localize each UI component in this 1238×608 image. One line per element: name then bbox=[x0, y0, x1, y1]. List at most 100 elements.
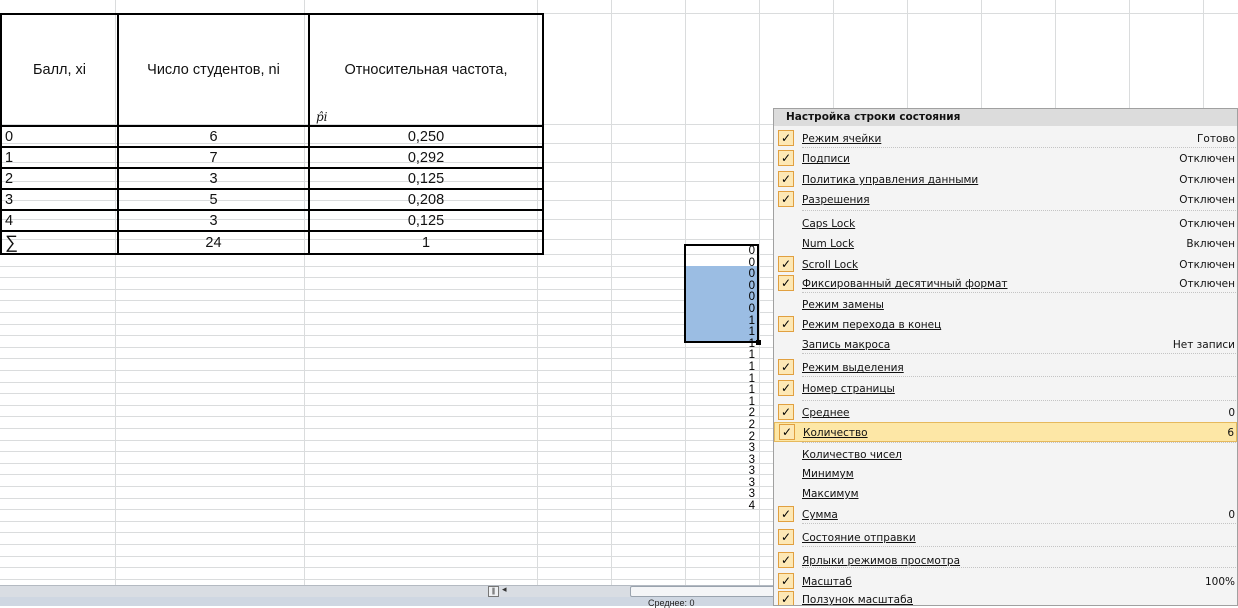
scrollbar-thumb[interactable] bbox=[630, 586, 777, 597]
menu-item[interactable]: Количество чисел bbox=[774, 445, 1237, 465]
menu-item[interactable]: ✓ Масштаб 100% bbox=[774, 572, 1237, 592]
menu-item-label: Ползунок масштаба bbox=[802, 594, 913, 606]
column-value-cell[interactable]: 2 bbox=[686, 431, 758, 444]
scroll-left-icon[interactable]: ◂ bbox=[502, 585, 507, 595]
table-row: 1 7 0,292 bbox=[0, 146, 544, 169]
header-cell-score[interactable]: Балл, xi bbox=[0, 13, 119, 127]
menu-item[interactable]: ✓ Подписи Отключен bbox=[774, 149, 1237, 169]
menu-item[interactable]: ✓ Среднее 0 bbox=[774, 403, 1237, 423]
column-value-cell[interactable]: 1 bbox=[686, 396, 758, 409]
table-cell[interactable]: 4 bbox=[0, 209, 119, 232]
column-value-cell[interactable]: 4 bbox=[686, 500, 758, 513]
menu-item[interactable]: ✓ Фиксированный десятичный формат Отключен bbox=[774, 274, 1237, 294]
checkmark-icon: ✓ bbox=[778, 380, 794, 396]
menu-item-label: Среднее bbox=[802, 407, 850, 419]
table-cell[interactable]: 1 bbox=[308, 230, 544, 255]
column-value-cell[interactable]: 3 bbox=[686, 454, 758, 467]
menu-item-label: Количество bbox=[803, 427, 868, 439]
checkmark-icon: ✓ bbox=[778, 573, 794, 589]
menu-item[interactable]: ✓ Режим ячейки Готово bbox=[774, 129, 1237, 149]
column-value-cell[interactable]: 2 bbox=[686, 408, 758, 420]
menu-separator bbox=[802, 442, 1236, 443]
table-cell[interactable]: 0,250 bbox=[308, 125, 544, 148]
menu-item-label: Num Lock bbox=[802, 238, 855, 250]
table-header-row: Балл, xi Число студентов, ni Относительн… bbox=[0, 13, 544, 127]
checkmark-icon: ✓ bbox=[778, 404, 794, 420]
checkmark-icon: ✓ bbox=[778, 171, 794, 187]
table-cell[interactable]: 3 bbox=[0, 188, 119, 211]
table-cell[interactable]: 5 bbox=[117, 188, 310, 211]
table-row-total: ∑ 24 1 bbox=[0, 230, 544, 255]
column-value-cell[interactable]: 1 bbox=[686, 373, 758, 386]
table-cell[interactable]: 0,125 bbox=[308, 167, 544, 190]
menu-item-value: Отключен bbox=[1179, 259, 1235, 271]
table-cell[interactable]: 0 bbox=[0, 125, 119, 148]
menu-item-value: Готово bbox=[1197, 133, 1235, 145]
header-cell-students[interactable]: Число студентов, ni bbox=[117, 13, 310, 127]
menu-item[interactable]: Caps Lock Отключен bbox=[774, 214, 1237, 234]
menu-item-value: 0 bbox=[1228, 509, 1235, 521]
column-value-cell[interactable]: 3 bbox=[686, 466, 758, 478]
menu-item[interactable]: ✓ Режим выделения bbox=[774, 358, 1237, 378]
menu-item-label: Scroll Lock bbox=[802, 259, 859, 271]
column-value-cell[interactable]: 1 bbox=[686, 361, 758, 374]
table-cell[interactable]: 2 bbox=[0, 167, 119, 190]
menu-item[interactable]: ✓ Режим перехода в конец bbox=[774, 315, 1237, 335]
menu-item[interactable]: ✓ Сумма 0 bbox=[774, 505, 1237, 525]
menu-item[interactable]: Num Lock Включен bbox=[774, 234, 1237, 254]
column-value-cell[interactable]: 3 bbox=[686, 477, 758, 490]
table-cell[interactable]: 24 bbox=[117, 230, 310, 255]
menu-item[interactable]: ✓ Политика управления данными Отключен bbox=[774, 170, 1237, 190]
menu-item-label: Режим перехода в конец bbox=[802, 319, 942, 331]
column-value-cell[interactable]: 1 bbox=[686, 385, 758, 397]
checkmark-icon: ✓ bbox=[778, 316, 794, 332]
menu-item[interactable]: Максимум bbox=[774, 484, 1237, 504]
menu-item[interactable]: Запись макроса Нет записи bbox=[774, 335, 1237, 355]
fill-handle[interactable] bbox=[756, 340, 761, 345]
sum-symbol-cell[interactable]: ∑ bbox=[0, 230, 119, 255]
table-cell[interactable]: 6 bbox=[117, 125, 310, 148]
table-cell[interactable]: 1 bbox=[0, 146, 119, 169]
menu-item[interactable]: Минимум bbox=[774, 464, 1237, 484]
table-cell[interactable]: 0,125 bbox=[308, 209, 544, 232]
menu-separator bbox=[802, 210, 1236, 211]
checkmark-icon: ✓ bbox=[778, 275, 794, 291]
menu-item[interactable]: ✓ Разрешения Отключен bbox=[774, 190, 1237, 210]
checkmark-icon: ✓ bbox=[778, 359, 794, 375]
menu-item-label: Состояние отправки bbox=[802, 532, 916, 544]
menu-item-value: Отключен bbox=[1179, 174, 1235, 186]
split-box-icon[interactable]: ∥ bbox=[488, 586, 499, 597]
column-value-cell[interactable]: 1 bbox=[686, 350, 758, 362]
header-label: Балл, xi bbox=[32, 62, 87, 78]
menu-item-label: Ярлыки режимов просмотра bbox=[802, 555, 961, 567]
menu-item[interactable]: ✓ Состояние отправки bbox=[774, 528, 1237, 548]
menu-item[interactable]: Режим замены bbox=[774, 295, 1237, 315]
menu-item-label: Запись макроса bbox=[802, 339, 891, 351]
menu-item[interactable]: ✓ Scroll Lock Отключен bbox=[774, 255, 1237, 275]
pi-symbol: p̂i bbox=[316, 110, 328, 124]
checkmark-icon: ✓ bbox=[778, 552, 794, 568]
menu-item[interactable]: ✓ Ярлыки режимов просмотра bbox=[774, 551, 1237, 571]
table-cell[interactable]: 3 bbox=[117, 167, 310, 190]
menu-item-value: Включен bbox=[1186, 238, 1235, 250]
table-cell[interactable]: 3 bbox=[117, 209, 310, 232]
menu-item-value: Отключен bbox=[1179, 278, 1235, 290]
table-cell[interactable]: 0,208 bbox=[308, 188, 544, 211]
header-cell-frequency[interactable]: Относительная частота, p̂i bbox=[308, 13, 544, 127]
menu-item-value: Отключен bbox=[1179, 194, 1235, 206]
menu-item[interactable]: ✓ Ползунок масштаба bbox=[774, 590, 1237, 606]
menu-item-label: Масштаб bbox=[802, 576, 852, 588]
table-cell[interactable]: 0,292 bbox=[308, 146, 544, 169]
column-value-cell[interactable]: 3 bbox=[686, 489, 758, 501]
menu-item-label: Caps Lock bbox=[802, 218, 856, 230]
menu-item[interactable]: ✓ Количество 6 bbox=[774, 422, 1237, 442]
menu-item-label: Политика управления данными bbox=[802, 174, 979, 186]
column-value-cell[interactable]: 2 bbox=[686, 419, 758, 432]
table-cell[interactable]: 7 bbox=[117, 146, 310, 169]
column-value-cell[interactable]: 3 bbox=[686, 442, 758, 455]
menu-separator bbox=[802, 400, 1236, 401]
menu-item[interactable]: ✓ Номер страницы bbox=[774, 379, 1237, 399]
menu-item-label: Номер страницы bbox=[802, 383, 895, 395]
checkmark-icon: ✓ bbox=[778, 529, 794, 545]
selection-border[interactable] bbox=[684, 244, 759, 343]
